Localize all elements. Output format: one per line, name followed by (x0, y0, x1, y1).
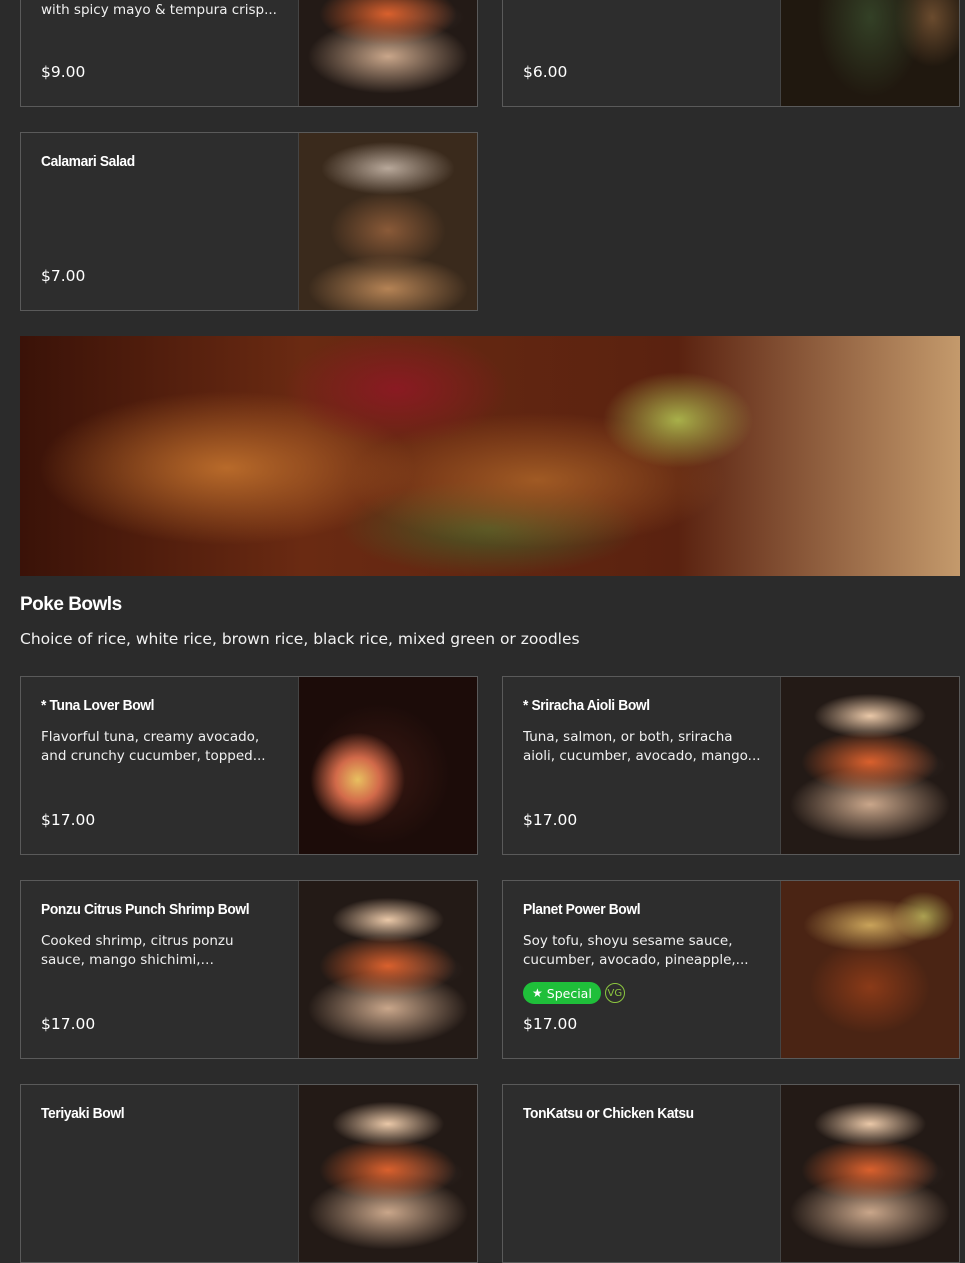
item-badges: ★ Special VG (523, 982, 625, 1004)
item-title: TonKatsu or Chicken Katsu (523, 1105, 694, 1122)
item-title: * Sriracha Aioli Bowl (523, 697, 650, 714)
item-description: Soy tofu, shoyu sesame sauce, cucumber, … (523, 933, 749, 968)
special-badge: ★ Special (523, 982, 601, 1004)
star-icon: ★ (532, 986, 543, 1000)
item-price: $17.00 (41, 1015, 96, 1033)
item-title: Ponzu Citrus Punch Shrimp Bowl (41, 901, 250, 918)
menu-item-card[interactable]: $6.00 (502, 0, 960, 107)
item-image (298, 0, 477, 106)
item-image (780, 0, 959, 106)
item-image (298, 881, 477, 1058)
menu-item-card[interactable]: Planet Power Bowl Soy tofu, shoyu sesame… (502, 880, 960, 1059)
item-description: Tuna, salmon, or both, sriracha aioli, c… (523, 729, 761, 764)
item-image (780, 677, 959, 854)
menu-item-card[interactable]: Calamari Salad $7.00 (20, 132, 478, 311)
item-price: $9.00 (41, 63, 86, 81)
item-title: Planet Power Bowl (523, 901, 641, 918)
menu-item-card[interactable]: * Tuna Lover Bowl Flavorful tuna, creamy… (20, 676, 478, 855)
item-description: with spicy mayo & tempura crisp... (41, 2, 277, 18)
item-price: $17.00 (523, 811, 578, 829)
menu-item-card[interactable]: with spicy mayo & tempura crisp... $9.00 (20, 0, 478, 107)
item-description: Cooked shrimp, citrus ponzu sauce, mango… (41, 933, 234, 968)
item-image (780, 1085, 959, 1262)
item-price: $17.00 (523, 1015, 578, 1033)
item-title: * Tuna Lover Bowl (41, 697, 155, 714)
item-title: Calamari Salad (41, 153, 135, 170)
item-image (780, 881, 959, 1058)
item-price: $17.00 (41, 811, 96, 829)
menu-item-card[interactable]: Ponzu Citrus Punch Shrimp Bowl Cooked sh… (20, 880, 478, 1059)
special-badge-label: Special (546, 985, 592, 1001)
menu-item-card[interactable]: TonKatsu or Chicken Katsu (502, 1084, 960, 1263)
item-image (298, 677, 477, 854)
menu-item-card[interactable]: Teriyaki Bowl (20, 1084, 478, 1263)
vg-icon: VG (604, 983, 625, 1003)
item-description: Flavorful tuna, creamy avocado, and crun… (41, 729, 266, 764)
item-title: Teriyaki Bowl (41, 1105, 125, 1122)
item-image (298, 133, 477, 310)
section-title: Poke Bowls (20, 594, 122, 615)
section-description: Choice of rice, white rice, brown rice, … (20, 630, 580, 648)
section-banner-image (20, 336, 960, 576)
item-image (298, 1085, 477, 1262)
item-price: $7.00 (41, 267, 86, 285)
item-price: $6.00 (523, 63, 568, 81)
menu-item-card[interactable]: * Sriracha Aioli Bowl Tuna, salmon, or b… (502, 676, 960, 855)
